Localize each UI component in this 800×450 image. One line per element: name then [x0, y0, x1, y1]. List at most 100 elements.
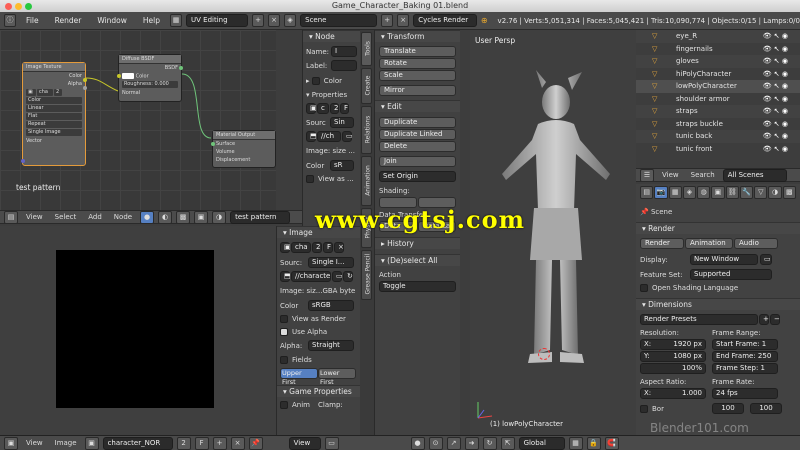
menu-node[interactable]: Node [114, 213, 132, 221]
image-selector[interactable]: character_NOR [102, 436, 173, 450]
image-browse-icon[interactable]: ▣ [280, 242, 291, 253]
source-field[interactable]: Single Image [26, 129, 82, 136]
pack-icon[interactable]: ⬒ [306, 131, 317, 142]
scale-icon[interactable]: ⇱ [500, 436, 515, 450]
world-tab-icon[interactable]: ◍ [697, 186, 711, 199]
maximize-window-icon[interactable] [25, 3, 32, 10]
rotate-icon[interactable]: ↻ [482, 436, 497, 450]
visibility-icons[interactable]: 👁 ↖ ◉ [763, 143, 788, 156]
image-browse-icon[interactable]: ▣ [84, 436, 99, 450]
filepath-field[interactable]: //characte [291, 271, 331, 282]
aspect-x-field[interactable]: X: 1.000 [640, 388, 706, 399]
upper-first-button[interactable]: Upper First [280, 368, 318, 386]
add-layout-icon[interactable]: + [251, 14, 265, 27]
outliner-display-mode[interactable]: All Scenes [722, 168, 787, 182]
color-socket-icon[interactable] [83, 78, 87, 82]
duplicate-linked-button[interactable]: Duplicate Linked [379, 129, 456, 140]
tab-relations[interactable]: Relations [361, 106, 372, 154]
image-users[interactable]: 2 [330, 103, 339, 114]
outliner-item[interactable]: ▽ straps 👁 ↖ ◉ [636, 105, 800, 118]
remove-scene-icon[interactable]: × [397, 14, 410, 27]
osl-checkbox[interactable] [640, 284, 648, 292]
folder-icon[interactable]: ▭ [342, 131, 353, 142]
name-field[interactable]: I [331, 46, 357, 57]
menu-add[interactable]: Add [88, 213, 102, 221]
outliner-item[interactable]: ▽ tunic back 👁 ↖ ◉ [636, 130, 800, 143]
3d-cursor-icon[interactable] [538, 348, 550, 360]
material-icon[interactable]: ◑ [212, 210, 227, 224]
outliner-editor-icon[interactable]: ☰ [640, 168, 654, 182]
source-field[interactable]: Single I... [308, 257, 354, 268]
material-selector[interactable]: test pattern [230, 210, 291, 224]
view-as-render-checkbox[interactable] [280, 315, 288, 323]
outliner-item[interactable]: ▽ eye_R 👁 ↖ ◉ [636, 30, 800, 43]
outliner-item[interactable]: ▽ hiPolyCharacter 👁 ↖ ◉ [636, 68, 800, 81]
use-alpha[interactable]: Use Alpha [280, 328, 357, 336]
visibility-icons[interactable]: 👁 ↖ ◉ [763, 55, 788, 68]
image-datablock[interactable]: ▣ cha 2 F × [280, 242, 357, 253]
mirror-button[interactable]: Mirror [379, 85, 456, 96]
add-scene-icon[interactable]: + [381, 14, 394, 27]
image-menu-image[interactable]: Image [55, 439, 77, 447]
visibility-icons[interactable]: 👁 ↖ ◉ [763, 68, 788, 81]
scale-button[interactable]: Scale [379, 70, 456, 81]
viewport-view-menu[interactable]: View [288, 436, 321, 450]
outliner-item[interactable]: ▽ gloves 👁 ↖ ◉ [636, 55, 800, 68]
visibility-icons[interactable]: 👁 ↖ ◉ [763, 105, 788, 118]
visibility-icons[interactable]: 👁 ↖ ◉ [763, 80, 788, 93]
edit-section-header[interactable]: ▾ Edit [375, 100, 460, 112]
game-properties-header[interactable]: ▾ Game Properties [277, 385, 360, 397]
compositing-nodes-icon[interactable]: ◐ [158, 210, 173, 224]
visibility-icons[interactable]: 👁 ↖ ◉ [763, 30, 788, 43]
minimize-window-icon[interactable] [15, 3, 22, 10]
anim-checkbox[interactable] [280, 401, 288, 409]
shader-nodes-icon[interactable]: ● [140, 210, 155, 224]
resolution-y-field[interactable]: Y: 1080 px [640, 351, 706, 362]
bsdf-socket-icon[interactable] [179, 66, 183, 70]
render-engine-selector[interactable]: Cycles Render [413, 14, 477, 27]
tab-tools[interactable]: Tools [361, 32, 372, 66]
menu-render[interactable]: Render [55, 16, 82, 25]
object-tab-icon[interactable]: ▣ [711, 186, 725, 199]
pin-icon[interactable]: 📌 [640, 208, 649, 216]
render-button[interactable]: Render [640, 238, 684, 249]
action-dropdown[interactable]: Toggle [379, 281, 456, 292]
visibility-icons[interactable]: 👁 ↖ ◉ [763, 93, 788, 106]
outliner-menu-search[interactable]: Search [691, 171, 715, 179]
modifiers-tab-icon[interactable]: 🔧 [739, 186, 754, 199]
properties-section-header[interactable]: ▾ Properties [306, 91, 357, 99]
image-menu-view[interactable]: View [26, 439, 43, 447]
remove-preset-icon[interactable]: − [770, 314, 780, 325]
set-origin-dropdown[interactable]: Set Origin [379, 171, 456, 182]
manipulator-icon[interactable]: ↗ [446, 436, 461, 450]
image-name[interactable]: cha [291, 242, 311, 253]
render-section-header[interactable]: ▾ Render [636, 222, 800, 234]
menu-help[interactable]: Help [143, 16, 160, 25]
outliner-item[interactable]: ▽ straps buckle 👁 ↖ ◉ [636, 118, 800, 131]
resolution-x-field[interactable]: X: 1920 px [640, 339, 706, 350]
unlink-image-icon[interactable]: × [230, 436, 245, 450]
editor-type-icon[interactable]: ▤ [4, 210, 18, 224]
audio-button[interactable]: Audio [734, 238, 778, 249]
projection-field[interactable]: Flat [26, 113, 82, 120]
time-new-field[interactable]: 100 [750, 403, 782, 414]
duplicate-button[interactable]: Duplicate [379, 117, 456, 128]
uv-image-editor[interactable] [0, 226, 276, 435]
view-as-render[interactable]: View as ... [306, 175, 357, 183]
label-field[interactable] [331, 60, 357, 71]
tab-grease-pencil[interactable]: Grease Pencil [361, 250, 372, 300]
properties-image-block[interactable]: ▣ c 2 F [306, 103, 357, 114]
view-as-render[interactable]: View as Render [280, 315, 357, 323]
fields-checkbox[interactable] [280, 356, 288, 364]
data-tab-icon[interactable]: ▽ [754, 186, 768, 199]
texture-nodes-icon[interactable]: ▩ [176, 210, 191, 224]
scene-selector[interactable]: Scene [300, 14, 378, 27]
material-tab-icon[interactable]: ◑ [768, 186, 782, 199]
pack-icon[interactable]: ⬒ [280, 271, 291, 282]
color-checkbox[interactable] [311, 77, 320, 85]
image-editor-icon[interactable]: ▣ [4, 436, 18, 450]
properties-editor-icon[interactable]: ▤ [640, 186, 654, 199]
roughness-field[interactable]: Roughness: 0.000 [122, 81, 178, 88]
menu-window[interactable]: Window [97, 16, 127, 25]
lock-camera-icon[interactable]: 🔒 [586, 436, 601, 450]
